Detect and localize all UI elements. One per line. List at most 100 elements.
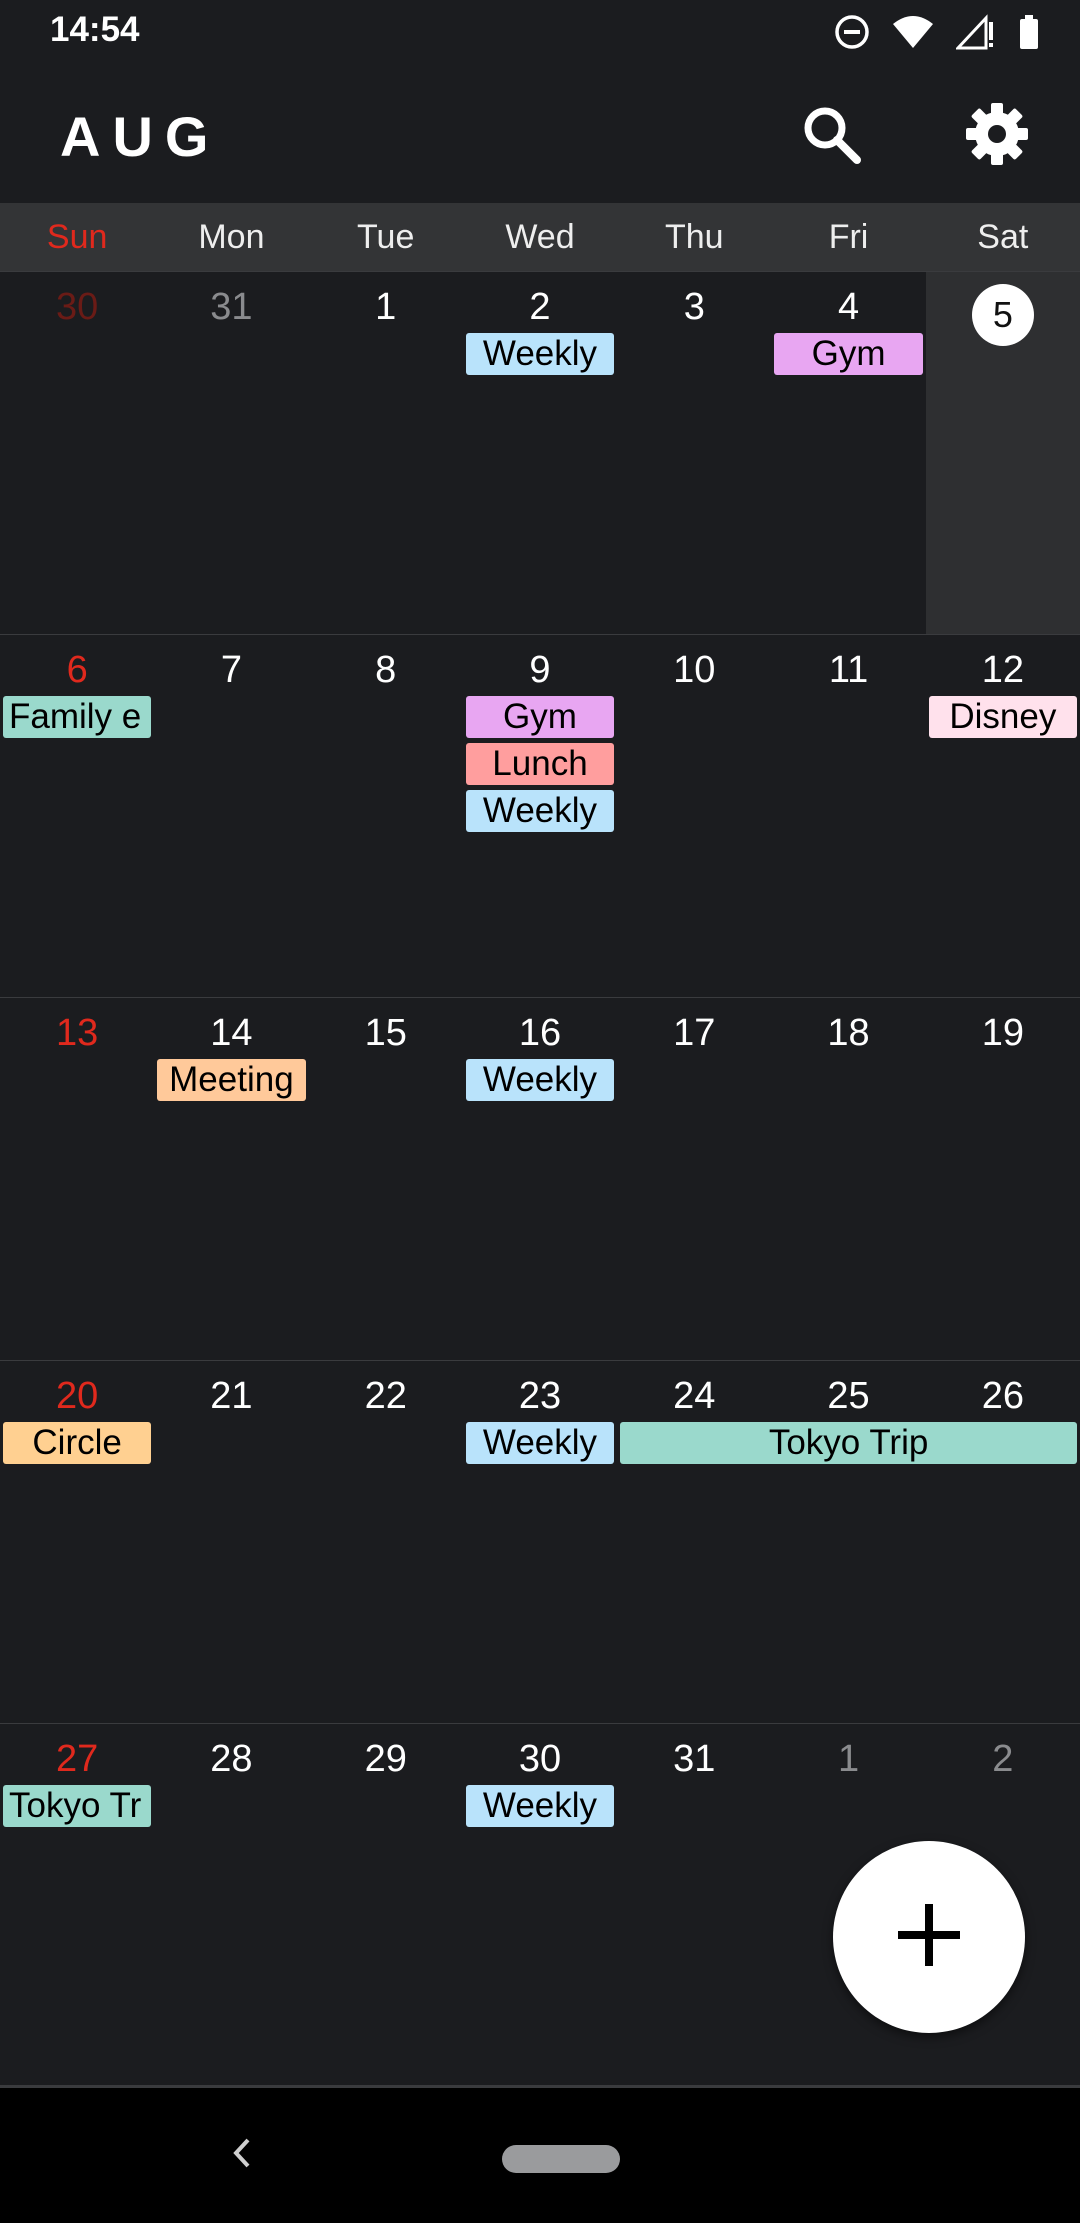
day-cell[interactable]: 16	[463, 998, 617, 1361]
event-chip[interactable]: Lunch	[465, 743, 615, 785]
day-number: 2	[992, 1738, 1014, 1780]
day-number: 30	[56, 286, 99, 328]
navigation-bar	[0, 2085, 1080, 2223]
day-cell[interactable]: 4	[771, 272, 925, 635]
day-number: 25	[827, 1375, 870, 1417]
day-cell[interactable]: 8	[309, 635, 463, 998]
day-number: 19	[981, 1012, 1024, 1054]
day-number: 29	[364, 1738, 407, 1780]
search-button[interactable]	[791, 96, 871, 176]
event-chip[interactable]: Weekly	[465, 333, 615, 375]
day-number: 18	[827, 1012, 870, 1054]
battery-icon	[1018, 14, 1040, 55]
day-cell[interactable]: 31	[154, 272, 308, 635]
day-cell[interactable]: 11	[771, 635, 925, 998]
day-cell[interactable]: 21	[154, 1361, 308, 1724]
day-cell[interactable]: 6	[0, 635, 154, 998]
weekday-sat: Sat	[977, 218, 1029, 256]
day-cell[interactable]: 15	[309, 998, 463, 1361]
calendar-week: 6 7 8 9 10 11 12 Family e Gym Lunch Weekly Disney	[0, 634, 1080, 998]
day-number: 7	[220, 649, 242, 691]
plus-icon	[894, 1900, 964, 1975]
back-chevron-icon	[222, 2138, 262, 2182]
day-cell[interactable]: 30	[463, 1724, 617, 2087]
event-chip[interactable]: Family e	[3, 696, 152, 738]
weekday-header: Sun Mon Tue Wed Thu Fri Sat	[0, 203, 1080, 271]
day-number: 6	[66, 649, 88, 691]
month-grid: 30 31 1 2 3 4 5 Weekly Gym 6 7 8 9 10 11 12 Family e Gym L…	[0, 271, 1080, 2085]
day-number: 28	[210, 1738, 253, 1780]
day-cell[interactable]: 1	[309, 272, 463, 635]
day-cell[interactable]: 17	[617, 998, 771, 1361]
day-number: 31	[210, 286, 253, 328]
day-number: 9	[529, 649, 551, 691]
day-number: 14	[210, 1012, 253, 1054]
day-cell[interactable]: 30	[0, 272, 154, 635]
day-number: 2	[529, 286, 551, 328]
day-cell[interactable]: 23	[463, 1361, 617, 1724]
calendar-week: 13 14 15 16 17 18 19 Meeting Weekly	[0, 997, 1080, 1361]
day-cell[interactable]: 10	[617, 635, 771, 998]
day-cell[interactable]: 19	[926, 998, 1080, 1361]
do-not-disturb-icon	[834, 14, 870, 55]
day-cell[interactable]: 26	[926, 1361, 1080, 1724]
day-number-today: 5	[971, 284, 1034, 346]
day-number: 23	[518, 1375, 562, 1417]
day-cell[interactable]: 24	[617, 1361, 771, 1724]
day-cell[interactable]: 2	[463, 272, 617, 635]
day-number: 1	[837, 1738, 860, 1780]
day-cell[interactable]: 14	[154, 998, 308, 1361]
day-number: 26	[981, 1375, 1024, 1417]
day-cell[interactable]: 31	[617, 1724, 771, 2087]
signal-icon	[954, 14, 996, 55]
day-cell[interactable]: 3	[617, 272, 771, 635]
event-chip[interactable]: Weekly	[465, 1785, 615, 1827]
day-cell[interactable]: 13	[0, 998, 154, 1361]
app-bar: AUG	[0, 66, 1080, 203]
settings-button[interactable]	[957, 96, 1037, 176]
back-button[interactable]	[222, 2128, 262, 2178]
event-chip[interactable]: Weekly	[465, 1059, 615, 1101]
day-number: 4	[837, 286, 860, 328]
calendar-week: 30 31 1 2 3 4 5 Weekly Gym	[0, 271, 1080, 635]
event-chip[interactable]: Weekly	[465, 790, 615, 832]
day-number: 21	[210, 1375, 253, 1417]
day-cell[interactable]: 12	[926, 635, 1080, 998]
day-cell[interactable]: 20	[0, 1361, 154, 1724]
month-title: AUG	[60, 105, 221, 168]
day-number: 17	[673, 1012, 716, 1054]
event-chip[interactable]: Tokyo Tr	[3, 1785, 152, 1827]
event-chip[interactable]: Gym	[465, 696, 615, 738]
event-chip[interactable]: Disney	[928, 696, 1077, 738]
event-chip[interactable]: Gym	[774, 333, 923, 375]
day-cell[interactable]: 22	[309, 1361, 463, 1724]
event-chip[interactable]: Meeting	[157, 1059, 306, 1101]
day-cell[interactable]: 29	[309, 1724, 463, 2087]
status-time: 14:54	[50, 10, 140, 49]
weekday-wed: Wed	[505, 218, 575, 256]
day-number: 22	[364, 1375, 407, 1417]
day-number: 11	[828, 649, 869, 691]
day-cell[interactable]: 28	[154, 1724, 308, 2087]
day-cell[interactable]: 7	[154, 635, 308, 998]
weekday-thu: Thu	[664, 218, 724, 256]
weekday-mon: Mon	[198, 218, 265, 256]
home-button[interactable]	[502, 2145, 620, 2173]
day-cell[interactable]: 27	[0, 1724, 154, 2087]
day-number: 13	[56, 1012, 99, 1054]
search-icon	[799, 102, 863, 171]
event-chip[interactable]: Tokyo Trip	[620, 1422, 1077, 1464]
day-number: 31	[673, 1738, 716, 1780]
day-number: 10	[673, 649, 716, 691]
day-cell-today[interactable]: 5	[925, 272, 1080, 635]
add-event-button[interactable]	[833, 1841, 1025, 2033]
event-chip[interactable]: Weekly	[465, 1422, 615, 1464]
day-number: 27	[56, 1738, 99, 1780]
wifi-icon	[892, 14, 934, 55]
day-number: 16	[518, 1012, 562, 1054]
event-chip[interactable]: Circle	[3, 1422, 152, 1464]
day-cell[interactable]: 25	[771, 1361, 925, 1724]
calendar-week: 20 21 22 23 24 25 26 Circle Weekly Tokyo Trip	[0, 1360, 1080, 1724]
day-number: 15	[364, 1012, 407, 1054]
day-cell[interactable]: 18	[771, 998, 925, 1361]
